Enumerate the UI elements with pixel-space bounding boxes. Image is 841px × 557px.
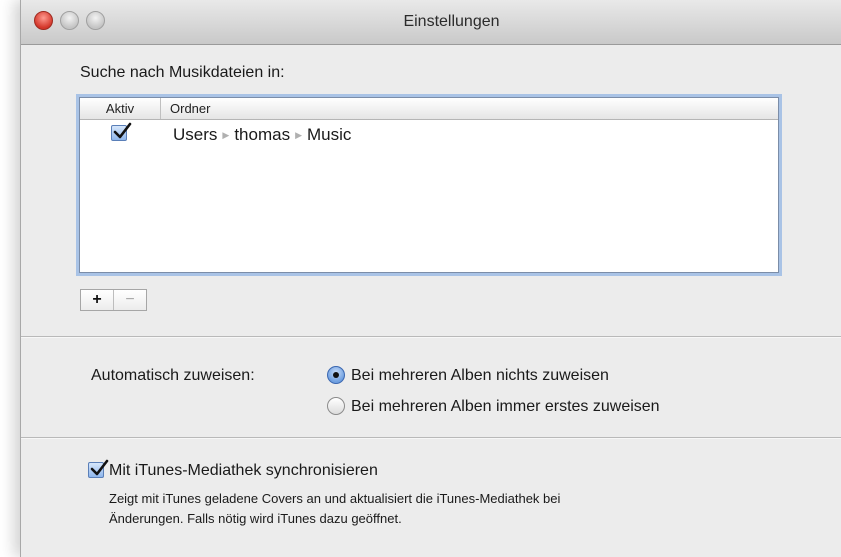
column-header-ordner[interactable]: Ordner [170, 101, 210, 116]
divider [21, 336, 841, 338]
folders-table[interactable]: Aktiv Ordner Users ▶ thomas ▶ Music [79, 97, 779, 273]
preferences-window: Einstellungen Suche nach Musikdateien in… [20, 0, 841, 557]
remove-folder-button[interactable]: − [114, 290, 146, 310]
title-bar[interactable]: Einstellungen [21, 0, 841, 45]
assign-option-none-label[interactable]: Bei mehreren Alben nichts zuweisen [351, 367, 609, 385]
sync-description: Zeigt mit iTunes geladene Covers an und … [109, 489, 789, 529]
column-divider [160, 98, 161, 119]
assign-label: Automatisch zuweisen: [91, 367, 255, 384]
sync-checkbox[interactable] [88, 459, 109, 478]
sync-description-line: Änderungen. Falls nötig wird iTunes dazu… [109, 511, 402, 526]
assign-option-none-radio[interactable] [327, 366, 345, 384]
path-segment: Users [173, 125, 218, 144]
checkmark-icon [90, 459, 109, 476]
table-row[interactable]: Users ▶ thomas ▶ Music [80, 120, 778, 146]
folders-section-label: Suche nach Musikdateien in: [80, 64, 285, 81]
path-separator-icon: ▶ [295, 130, 302, 140]
checkmark-icon [113, 122, 132, 139]
sync-label[interactable]: Mit iTunes-Mediathek synchronisieren [109, 462, 378, 480]
add-remove-buttons: + − [80, 289, 147, 311]
path-segment: Music [307, 125, 352, 144]
assign-option-first-radio[interactable] [327, 397, 345, 415]
column-header-aktiv[interactable]: Aktiv [80, 101, 160, 116]
assign-option-first-label[interactable]: Bei mehreren Alben immer erstes zuweisen [351, 398, 660, 416]
row-active-checkbox[interactable] [111, 122, 132, 141]
path-segment: thomas [234, 125, 291, 144]
add-folder-button[interactable]: + [81, 290, 114, 310]
path-separator-icon: ▶ [222, 130, 230, 140]
folder-path: Users ▶ thomas ▶ Music [173, 125, 351, 145]
sync-description-line: Zeigt mit iTunes geladene Covers an und … [109, 491, 561, 506]
radio-dot-icon [333, 372, 339, 378]
window-title: Einstellungen [403, 13, 500, 30]
table-header: Aktiv Ordner [80, 98, 778, 120]
divider [21, 437, 841, 439]
